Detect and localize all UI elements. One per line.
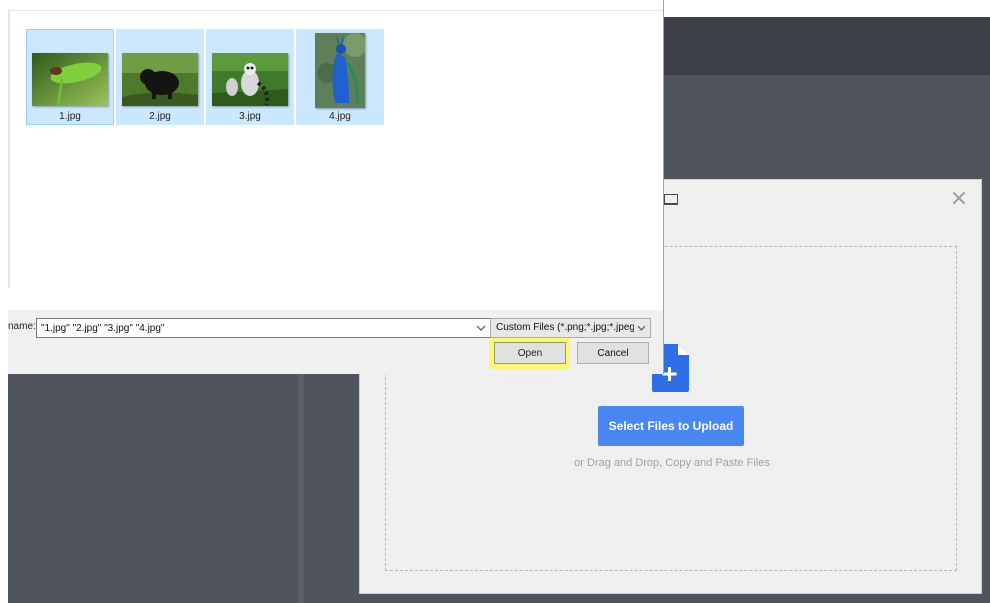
navigation-pane-edge [8,10,10,288]
file-name: 3.jpg [239,111,261,122]
drag-drop-hint: or Drag and Drop, Copy and Paste Files [574,457,770,469]
computer-source-icon[interactable] [664,194,678,205]
black-bear-photo-icon [122,53,198,106]
file-type-value: Custom Files (*.png;*.jpg;*.jpeg [496,322,634,333]
close-modal-button[interactable]: × [948,188,970,210]
open-button-label: Open [517,347,543,359]
lemur-photo-icon [212,53,288,106]
leaf-bird-photo-icon [32,53,108,106]
chevron-down-icon [637,325,646,331]
peacock-photo-icon [315,33,365,108]
filename-combobox[interactable] [36,318,491,338]
file-item-4[interactable]: 4.jpg [296,29,384,125]
file-name: 1.jpg [59,111,81,122]
file-item-3[interactable]: 3.jpg [206,29,294,125]
dialog-footer: name: Custom Files (*.png;*.jpg;*.jpeg O… [8,310,663,374]
open-button[interactable]: Open [494,342,566,364]
file-open-dialog: 1.jpg 2.jpg 3.jpg 4.jpg name: "1.jpg" "2… [8,0,664,374]
filename-input[interactable] [37,319,467,337]
filename-label: name: [8,321,36,332]
file-item-1[interactable]: 1.jpg [26,29,114,125]
select-files-button[interactable]: Select Files to Upload [598,406,744,446]
file-name: 4.jpg [329,111,351,122]
file-name: 2.jpg [149,111,171,122]
chevron-down-icon[interactable] [475,321,487,335]
cancel-button[interactable]: Cancel [577,342,649,364]
file-type-select[interactable]: Custom Files (*.png;*.jpg;*.jpeg [490,318,651,338]
file-list-view[interactable]: 1.jpg 2.jpg 3.jpg 4.jpg [8,10,663,310]
file-item-2[interactable]: 2.jpg [116,29,204,125]
